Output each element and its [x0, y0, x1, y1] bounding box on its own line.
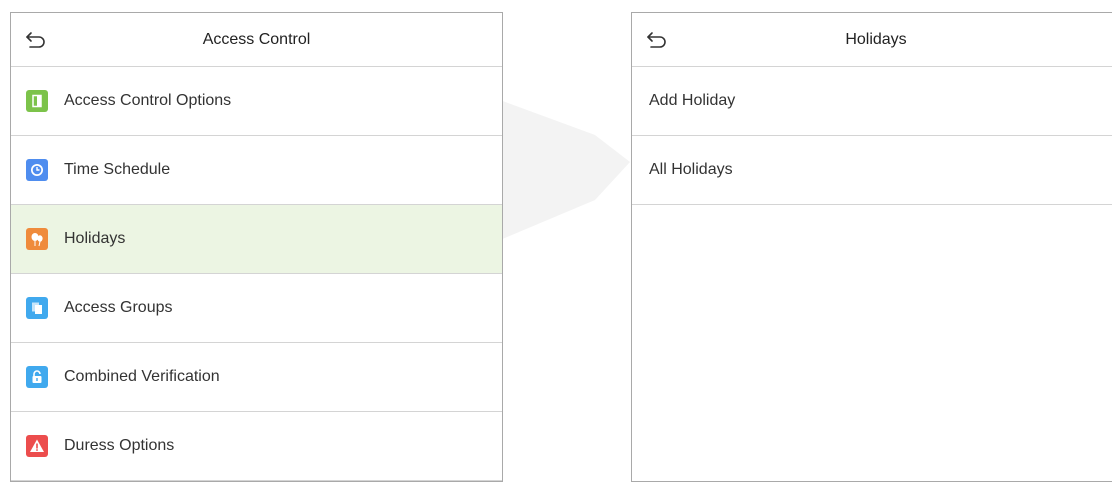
menu-item-combined-verification[interactable]: Combined Verification	[11, 343, 502, 412]
holidays-screen: Holidays Add Holiday All Holidays	[631, 12, 1112, 482]
screen-header: Access Control	[11, 13, 502, 67]
menu-item-label: All Holidays	[649, 161, 733, 178]
clock-icon	[26, 159, 48, 181]
menu-item-add-holiday[interactable]: Add Holiday	[632, 67, 1112, 136]
menu-item-access-groups[interactable]: Access Groups	[11, 274, 502, 343]
background-arrow-decoration	[500, 100, 630, 240]
menu-item-time-schedule[interactable]: Time Schedule	[11, 136, 502, 205]
menu-item-all-holidays[interactable]: All Holidays	[632, 136, 1112, 205]
unlock-icon	[26, 366, 48, 388]
door-icon	[26, 90, 48, 112]
menu-item-label: Duress Options	[64, 437, 175, 454]
menu-item-label: Access Groups	[64, 299, 173, 316]
warning-icon	[26, 435, 48, 457]
screen-title: Access Control	[202, 30, 311, 48]
menu-item-access-control-options[interactable]: Access Control Options	[11, 67, 502, 136]
back-button[interactable]	[642, 25, 672, 55]
screen-title: Holidays	[845, 30, 907, 48]
menu-item-label: Combined Verification	[64, 368, 220, 385]
back-arrow-icon	[647, 32, 666, 48]
menu-item-label: Access Control Options	[64, 92, 232, 109]
menu-item-label: Holidays	[64, 230, 126, 247]
access-control-screen: Access Control Access Control Options Ti…	[10, 12, 503, 482]
back-arrow-icon	[26, 32, 45, 48]
back-button[interactable]	[21, 25, 51, 55]
screen-header: Holidays	[632, 13, 1112, 67]
balloons-icon	[26, 228, 48, 250]
group-doors-icon	[26, 297, 48, 319]
menu-item-label: Time Schedule	[64, 161, 171, 178]
menu-item-label: Add Holiday	[649, 92, 736, 109]
menu-item-holidays[interactable]: Holidays	[11, 205, 502, 274]
